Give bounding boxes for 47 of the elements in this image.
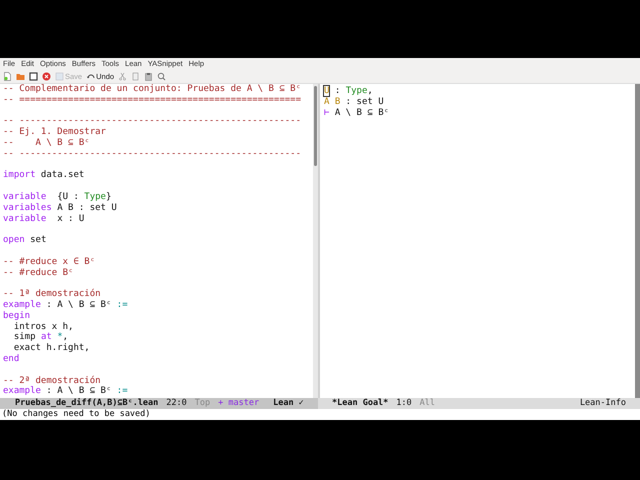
code-line: variable {U : Type} [2,192,112,203]
mode-line-text: Top [194,397,210,410]
goal-line: ⊢ A \ B ⊆ Bᶜ [324,108,390,119]
code-line: -- A \ B ⊆ Bᶜ [2,138,91,149]
open-folder-icon[interactable] [16,72,25,81]
undo-icon [86,72,96,81]
code-line: variable x : U [2,214,86,224]
code-line: import data.set [2,170,86,182]
code-line: -- ---------------------------------------------------- [2,148,302,160]
code-line: -- 2ª demostración [2,376,102,386]
mode-line-text: Lean-Info [580,397,626,410]
echo-message: (No changes need to be saved) [2,408,150,421]
goal-line: U : Type, [324,86,374,97]
code-line: -- Complementario de un conjunto: Pruebas de A \ B ⊆ Bᶜ [2,84,302,95]
mode-line-text: Lean ✓ [273,397,304,410]
code-line: intros x h, [12,322,74,332]
code-line: exact h.right, [12,343,91,354]
mode-line-text: 1:0 [396,397,412,410]
mode-line-text: + master [218,397,260,410]
scissors-icon[interactable] [118,72,128,81]
code-line: variables A B : set U [2,202,118,214]
mode-line-text: All [420,397,436,410]
code-line: end [2,354,20,365]
save-icon [55,72,64,81]
scrollbar[interactable] [313,84,318,398]
copy-icon[interactable] [131,72,140,81]
code-line: simp at *, [12,332,70,343]
code-line: example : A \ B ⊆ Bᶜ := [2,386,129,398]
code-line: example : A \ B ⊆ Bᶜ := [2,300,129,311]
code-line: -- #reduce Bᶜ [2,268,74,278]
code-line: open set [2,235,48,246]
code-line: -- ---------------------------------------------------- [2,116,302,127]
code-line: -- ==================================================== [2,94,302,106]
code-line: -- #reduce x ∈ Bᶜ [2,256,96,268]
scrollbar[interactable] [635,84,640,398]
code-line: begin [2,310,32,322]
mode-line-text: *Lean Goal* [332,397,388,410]
mode-line-text: 22:0 [166,397,187,410]
close-icon[interactable] [42,72,51,81]
code-line: -- 1ª demostración [2,289,102,300]
mode-line-text: Pruebas_de_diff(A,B)⊆Bᶜ.lean [15,397,158,410]
search-icon[interactable] [157,72,166,81]
goal-line: A B : set U [324,97,385,108]
window-icon[interactable] [29,72,38,81]
code-line: -- Ej. 1. Demostrar [2,127,107,138]
new-file-icon[interactable] [3,72,12,81]
paste-icon[interactable] [144,72,154,81]
